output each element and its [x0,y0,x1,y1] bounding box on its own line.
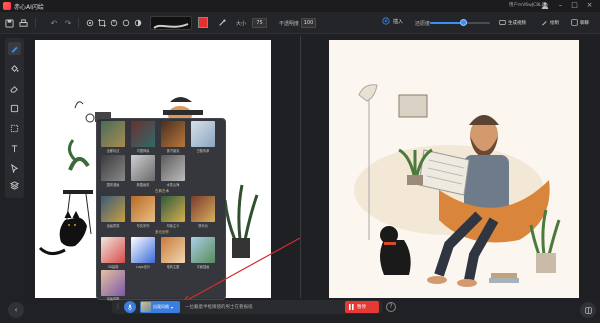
strength-slider-fill [430,22,463,24]
user-avatar-icon[interactable] [540,1,549,10]
opacity-input[interactable]: 100 [301,18,316,28]
generated-illustration [354,84,561,287]
style-label: 新国画风 [136,183,150,187]
style-label: 写实系列 [136,224,150,228]
eyedropper-icon[interactable] [216,17,228,29]
style-tile[interactable] [131,196,155,222]
fill-tool-icon[interactable] [8,62,21,75]
help-icon[interactable]: ? [386,302,396,312]
import-label: 插入 [393,18,404,25]
style-label: 国风漫画 [106,183,120,187]
style-label: Logo设计 [135,265,151,269]
annotation-arrow [181,237,301,304]
tool-rail [5,38,24,198]
maximize-icon[interactable]: □ [570,1,579,10]
opacity-label: 不透明度 [279,21,300,27]
style-tile[interactable] [101,121,125,147]
style-label: 蒸汽朋克 [166,149,180,153]
generate-video-button[interactable]: 生成视频 [496,17,529,28]
generated-artwork [329,40,579,298]
style-chip-thumbnail [141,302,151,312]
drag-handle-icon[interactable]: ⋮ [115,303,121,310]
save-icon[interactable] [3,17,15,29]
stop-button[interactable]: 暂停 [345,301,379,313]
brush-preview[interactable] [150,16,192,30]
style-tile[interactable] [131,121,155,147]
layers-panel [5,176,24,196]
shape-tool-icon[interactable] [8,102,21,115]
style-chip[interactable]: 出观风格 ▾ [140,301,180,313]
stop-label: 暂停 [357,305,366,310]
app-title: 赤心AI闪绘 [14,3,44,11]
style-tile[interactable] [131,237,155,263]
style-chip-label: 出观风格 [153,304,169,309]
share-label: 聊聊 [580,20,589,26]
style-label: 全都玩法 [106,149,120,153]
brush-tool-icon[interactable] [8,42,21,55]
style-label: 3D建模 [107,265,119,269]
title-bar: 赤心AI闪绘 用户mV6wJC8LDb – □ × [0,0,600,12]
redo-icon[interactable]: ↷ [62,17,74,29]
style-tile[interactable] [161,196,185,222]
select-tool-icon[interactable] [8,122,21,135]
app-window: 赤心AI闪绘 用户mV6wJC8LDb – □ × ↶ ↷ 大小 75 不透明度… [0,0,600,323]
toolbar: ↶ ↷ 大小 75 不透明度 100 插入 还原度 生成视频 绘制 聊聊 [0,12,600,34]
filter-icon[interactable] [120,17,132,29]
cursor-tool-icon[interactable] [8,162,21,175]
collapse-right-button[interactable] [580,302,596,318]
eraser-tool-icon[interactable] [8,82,21,95]
style-label: 印象主义 [166,224,180,228]
draw-label: 绘制 [550,20,559,26]
style-tile[interactable] [101,237,125,263]
collapse-left-button[interactable]: ‹ [8,302,24,318]
result-canvas[interactable] [302,36,600,300]
strength-slider[interactable] [430,19,490,26]
chevron-down-icon: ▾ [171,304,174,310]
print-icon[interactable] [17,17,29,29]
style-tile[interactable] [191,121,215,147]
size-input[interactable]: 75 [252,18,267,28]
share-button[interactable]: 聊聊 [568,17,592,28]
style-label: 现代派 [198,224,208,228]
import-button[interactable]: 插入 [382,17,403,25]
layers-icon[interactable] [8,179,21,192]
toolbar-divider [35,18,36,28]
strength-slider-knob[interactable] [459,19,467,26]
brush-color-swatch[interactable] [198,17,208,28]
style-label: 中国神兽 [136,149,150,153]
style-tile[interactable] [161,155,185,181]
style-label: 古韵传承 [196,149,210,153]
minimize-icon[interactable]: – [556,1,565,10]
undo-icon[interactable]: ↶ [48,17,60,29]
pause-icon [349,304,354,310]
section-title-classic: 古典艺术 [155,189,169,193]
generate-video-label: 生成视频 [508,20,526,26]
draw-button[interactable]: 绘制 [538,17,562,28]
style-tile[interactable] [161,121,185,147]
style-tile[interactable] [101,270,125,296]
rotate-icon[interactable] [108,17,120,29]
adjust-icon[interactable] [132,17,144,29]
mic-icon[interactable] [124,301,136,313]
strength-label: 还原度 [415,21,431,27]
settings-icon[interactable] [84,17,96,29]
style-label: 油画质感 [106,224,120,228]
close-icon[interactable]: × [585,1,594,10]
style-tile[interactable] [191,196,215,222]
style-tile[interactable] [131,155,155,181]
toolbar-divider [78,18,79,28]
style-label: 水墨山海 [166,183,180,187]
prompt-input[interactable]: 一位戴着半框眼镜的男士在看报纸 [185,304,253,310]
crop-icon[interactable] [96,17,108,29]
app-logo-icon [3,2,11,10]
text-tool-icon[interactable] [8,142,21,155]
style-tile[interactable] [101,155,125,181]
size-label: 大小 [236,21,247,27]
style-tile[interactable] [101,196,125,222]
